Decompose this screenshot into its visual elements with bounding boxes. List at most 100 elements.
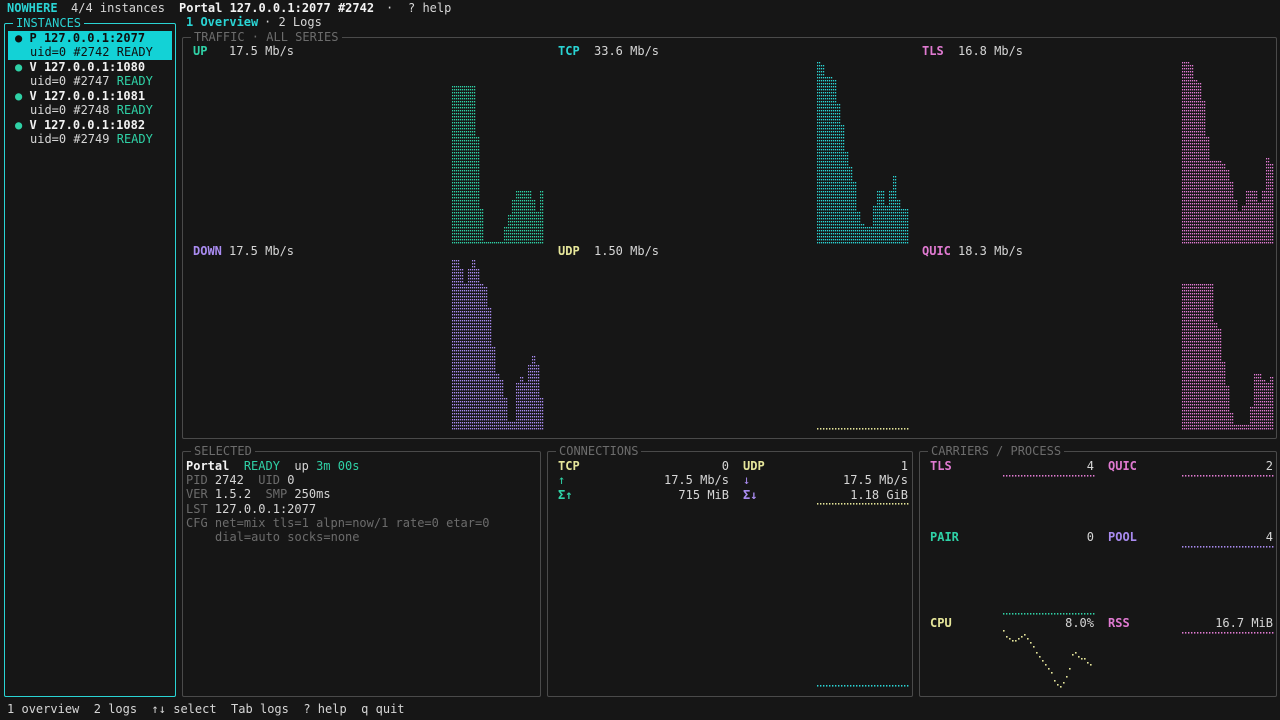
lst-value: 127.0.0.1:2077 bbox=[214, 502, 317, 516]
tab-logs[interactable]: · 2 Logs bbox=[264, 15, 322, 29]
cfg-label: CFG bbox=[186, 516, 208, 530]
uptime-label: up bbox=[294, 459, 309, 473]
app-title: NOWHERE bbox=[7, 1, 58, 15]
footer-key-overview[interactable]: 1 overview bbox=[7, 702, 79, 716]
carriers-panel: CARRIERS / PROCESS bbox=[919, 444, 1277, 697]
footer-key-logs[interactable]: 2 logs bbox=[94, 702, 137, 716]
selected-status: READY bbox=[243, 459, 280, 473]
carrier-quic-label: QUIC bbox=[1108, 459, 1137, 473]
instance-status: READY bbox=[116, 132, 153, 146]
instance-status: READY bbox=[116, 103, 153, 117]
sparkline-tls bbox=[1182, 62, 1274, 244]
instance-item-2742[interactable]: ● P 127.0.0.1:2077 uid=0 #2742 READY bbox=[8, 31, 172, 60]
pool-baseline bbox=[1182, 546, 1274, 548]
instance-status: READY bbox=[116, 45, 153, 59]
sparkline-udp bbox=[817, 428, 909, 430]
conn-baseline bbox=[817, 685, 909, 687]
udp-baseline bbox=[817, 503, 909, 505]
footer-key-quit[interactable]: q quit bbox=[361, 702, 404, 716]
conn-tcp-label: TCP bbox=[558, 459, 580, 473]
sparkline-tcp bbox=[817, 62, 909, 244]
carrier-tls-label: TLS bbox=[930, 459, 952, 473]
instance-kind: V bbox=[29, 118, 37, 132]
rss-baseline bbox=[1182, 632, 1274, 634]
traffic-panel: TRAFFIC · ALL SERIES bbox=[182, 30, 1277, 439]
sum-up-value: 715 MiB bbox=[678, 488, 729, 502]
ver-value: 1.5.2 bbox=[214, 487, 252, 501]
quic-baseline bbox=[1182, 475, 1274, 477]
connections-panel-title: CONNECTIONS bbox=[556, 444, 642, 458]
cpu-baseline bbox=[1003, 613, 1095, 615]
lst-label: LST bbox=[186, 502, 208, 516]
arrow-down-icon: ↓ bbox=[743, 473, 751, 487]
selected-uptime: 3m 00s bbox=[316, 459, 360, 473]
ver-label: VER bbox=[186, 487, 208, 501]
uid-label: UID bbox=[258, 473, 280, 487]
smp-value: 250ms bbox=[294, 487, 331, 501]
status-dot-icon: ● bbox=[15, 31, 23, 45]
instance-kind: V bbox=[29, 60, 37, 74]
sparkline-down bbox=[452, 260, 544, 430]
instance-uid: uid=0 #2747 bbox=[30, 74, 110, 88]
ver-row: VER 1.5.2 SMP 250ms bbox=[186, 487, 331, 501]
instances-panel: INSTANCES ● P 127.0.0.1:2077 uid=0 #2742… bbox=[4, 16, 176, 697]
carrier-pair-value: 0 bbox=[1086, 530, 1094, 544]
footer-key-tab[interactable]: Tab logs bbox=[231, 702, 289, 716]
footer-key-help[interactable]: ? help bbox=[303, 702, 346, 716]
header-separator: · bbox=[386, 1, 394, 15]
selected-summary: Portal READY up 3m 00s bbox=[186, 459, 359, 473]
series-label-tcp: TCP bbox=[558, 44, 580, 58]
instance-item-2749[interactable]: ● V 127.0.0.1:1082 uid=0 #2749 READY bbox=[8, 118, 172, 147]
smp-label: SMP bbox=[265, 487, 288, 501]
instance-addr: 127.0.0.1:1082 bbox=[43, 118, 146, 132]
series-label-down: DOWN bbox=[193, 244, 222, 258]
series-value-tcp: 33.6 Mb/s bbox=[594, 44, 660, 58]
footer-keys: 1 overview 2 logs ↑↓ select Tab logs ? h… bbox=[7, 702, 405, 716]
carriers-panel-title: CARRIERS / PROCESS bbox=[928, 444, 1065, 458]
instance-addr: 127.0.0.1:2077 bbox=[43, 31, 146, 45]
pid-row: PID 2742 UID 0 bbox=[186, 473, 294, 487]
sum-down-label: Σ↓ bbox=[743, 488, 758, 502]
sum-down-value: 1.18 GiB bbox=[850, 488, 908, 502]
cpu-value: 8.0% bbox=[1065, 616, 1094, 630]
series-label-udp: UDP bbox=[558, 244, 580, 258]
pid-label: PID bbox=[186, 473, 208, 487]
status-dot-icon: ● bbox=[15, 60, 23, 74]
conn-down-rate: 17.5 Mb/s bbox=[842, 473, 908, 487]
carrier-pool-value: 4 bbox=[1265, 530, 1273, 544]
rss-value: 16.7 MiB bbox=[1215, 616, 1273, 630]
arrow-up-icon: ↑ bbox=[558, 473, 566, 487]
instance-addr: 127.0.0.1:1081 bbox=[43, 89, 146, 103]
instance-item-2748[interactable]: ● V 127.0.0.1:1081 uid=0 #2748 READY bbox=[8, 89, 172, 118]
conn-up-rate: 17.5 Mb/s bbox=[663, 473, 729, 487]
instance-item-2747[interactable]: ● V 127.0.0.1:1080 uid=0 #2747 READY bbox=[8, 60, 172, 89]
series-value-up: 17.5 Mb/s bbox=[229, 44, 295, 58]
footer-key-select[interactable]: ↑↓ select bbox=[152, 702, 217, 716]
cpu-sparkline bbox=[1003, 630, 1092, 688]
series-label-up: UP bbox=[193, 44, 208, 58]
carrier-quic-value: 2 bbox=[1265, 459, 1273, 473]
tab-overview[interactable]: 1 Overview bbox=[186, 15, 258, 29]
sparkline-up bbox=[452, 86, 544, 244]
cpu-label: CPU bbox=[930, 616, 952, 630]
conn-udp-label: UDP bbox=[743, 459, 765, 473]
carrier-pool-label: POOL bbox=[1108, 530, 1137, 544]
cfg-value-line2: dial=auto socks=none bbox=[215, 530, 360, 544]
selected-panel-title: SELECTED bbox=[191, 444, 255, 458]
instances-panel-title: INSTANCES bbox=[13, 16, 85, 30]
lst-row: LST 127.0.0.1:2077 bbox=[186, 502, 316, 516]
traffic-panel-title: TRAFFIC · ALL SERIES bbox=[191, 30, 342, 44]
carrier-pair-label: PAIR bbox=[930, 530, 959, 544]
help-hint[interactable]: ? help bbox=[408, 1, 451, 15]
instance-kind: V bbox=[29, 89, 37, 103]
series-value-tls: 16.8 Mb/s bbox=[958, 44, 1024, 58]
series-value-quic: 18.3 Mb/s bbox=[958, 244, 1024, 258]
sum-up-label: Σ↑ bbox=[558, 488, 573, 502]
uid-value: 0 bbox=[287, 473, 295, 487]
status-dot-icon: ● bbox=[15, 118, 23, 132]
status-dot-icon: ● bbox=[15, 89, 23, 103]
instance-status: READY bbox=[116, 74, 153, 88]
instance-uid: uid=0 #2749 bbox=[30, 132, 110, 146]
instance-addr: 127.0.0.1:1080 bbox=[43, 60, 146, 74]
sparkline-quic bbox=[1182, 284, 1274, 430]
